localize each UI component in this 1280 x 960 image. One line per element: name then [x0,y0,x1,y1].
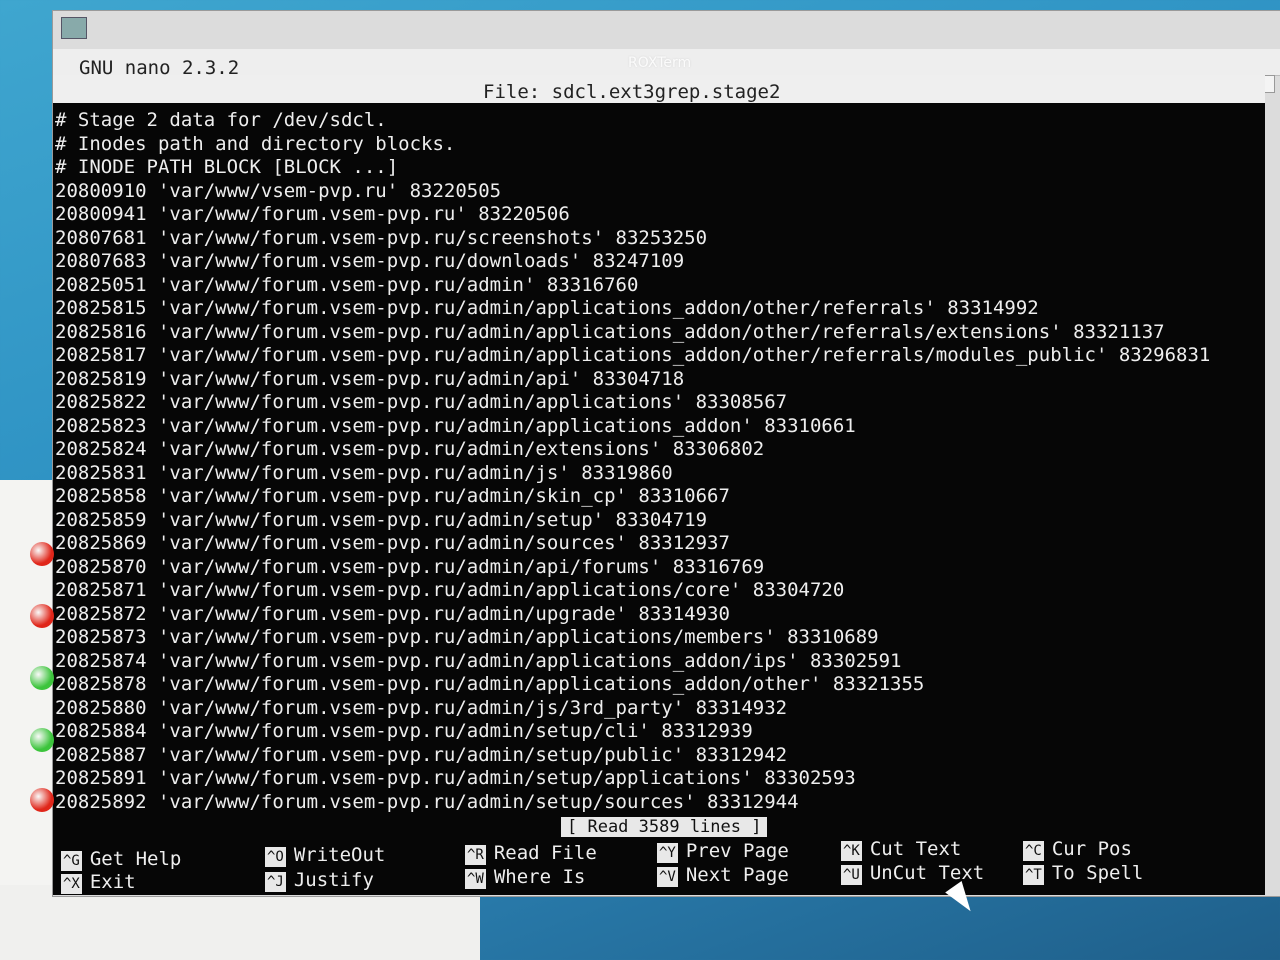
file-line: 20825887 'var/www/forum.vsem-pvp.ru/admi… [55,743,788,766]
shortcut-get-help[interactable]: ^G Get Help [61,847,181,871]
nano-version: GNU nano 2.3.2 [79,57,240,79]
file-line: # Stage 2 data for /dev/sdcl. [55,109,387,131]
shortcut-justify[interactable]: ^J Justify [265,868,374,892]
led-indicator [30,728,54,752]
file-line: 20825817 'var/www/forum.vsem-pvp.ru/admi… [55,344,1211,366]
shortcut-key: ^O [265,847,286,867]
file-line: 20800941 'var/www/forum.vsem-pvp.ru' 832… [55,203,570,225]
shortcut-key: ^J [265,872,286,892]
shortcut-label: Cur Pos [1051,838,1132,860]
shortcut-next-page[interactable]: ^V Next Page [657,863,789,887]
led-indicator [30,604,54,628]
file-line: 20825858 'var/www/forum.vsem-pvp.ru/admi… [55,485,730,507]
shortcut-cut-text[interactable]: ^K Cut Text [841,837,961,861]
shortcut-key: ^R [465,845,486,865]
file-line: 20825823 'var/www/forum.vsem-pvp.ru/admi… [55,414,856,437]
file-line: 20825871 'var/www/forum.vsem-pvp.ru/admi… [55,579,845,601]
file-line: 20825878 'var/www/forum.vsem-pvp.ru/admi… [55,673,925,695]
file-line: # INODE PATH BLOCK [BLOCK ...] [55,156,399,178]
file-line: 20825815 'var/www/forum.vsem-pvp.ru/admi… [55,297,1039,319]
file-line: 20807681 'var/www/forum.vsem-pvp.ru/scre… [55,226,708,249]
shortcut-label: Justify [293,869,374,891]
file-line: 20825873 'var/www/forum.vsem-pvp.ru/admi… [55,626,879,648]
shortcut-key: ^C [1023,841,1044,861]
file-content[interactable]: # Stage 2 data for /dev/sdcl. # Inodes p… [55,109,1210,814]
terminal-area[interactable]: GNU nano 2.3.2 File: sdcl.ext3grep.stage… [53,57,1265,895]
file-line: 20825884 'var/www/forum.vsem-pvp.ru/admi… [55,720,753,742]
led-indicator [30,788,54,812]
shortcut-bar: ^G Get Help ^O WriteOut ^R Read File ^Y Prev… [61,838,1261,895]
shortcut-label: To Spell [1051,862,1144,884]
shortcut-key: ^W [465,869,486,889]
shortcut-label: Next Page [685,864,789,886]
file-line: 20825819 'var/www/forum.vsem-pvp.ru/admi… [55,367,685,390]
shortcut-label: UnCut Text [869,862,985,884]
file-line: 20825051 'var/www/forum.vsem-pvp.ru/admi… [55,273,639,296]
file-line: # Inodes path and directory blocks. [55,132,456,155]
window-menu-icon[interactable] [61,17,87,39]
terminal-window: ROXTerm GNU nano 2.3.2 File: sdcl.ext3gr… [52,10,1280,897]
shortcut-label: Where Is [493,866,586,888]
file-line: 20825891 'var/www/forum.vsem-pvp.ru/admi… [55,767,856,789]
shortcut-to-spell[interactable]: ^T To Spell [1023,861,1143,885]
file-line: 20825892 'var/www/forum.vsem-pvp.ru/admi… [55,790,799,813]
shortcut-uncut-text[interactable]: ^U UnCut Text [841,861,984,885]
shortcut-exit[interactable]: ^X Exit [61,870,136,894]
file-line: 20807683 'var/www/forum.vsem-pvp.ru/down… [55,250,685,272]
file-line: 20800910 'var/www/vsem-pvp.ru' 83220505 [55,179,502,202]
shortcut-where-is[interactable]: ^W Where Is [465,865,585,889]
shortcut-label: WriteOut [293,844,386,866]
shortcut-writeout[interactable]: ^O WriteOut [265,843,385,867]
shortcut-key: ^K [841,841,862,861]
shortcut-label: Read File [493,842,597,864]
shortcut-key: ^X [61,874,82,894]
shortcut-prev-page[interactable]: ^Y Prev Page [657,839,789,863]
file-line: 20825874 'var/www/forum.vsem-pvp.ru/admi… [55,649,902,672]
file-line: 20825859 'var/www/forum.vsem-pvp.ru/admi… [55,508,708,531]
status-message: [ Read 3589 lines ] [561,817,768,837]
shortcut-cur-pos[interactable]: ^C Cur Pos [1023,837,1132,861]
file-line: 20825824 'var/www/forum.vsem-pvp.ru/admi… [55,438,765,460]
file-line: 20825870 'var/www/forum.vsem-pvp.ru/admi… [55,555,765,578]
shortcut-key: ^Y [657,843,678,863]
nano-header: GNU nano 2.3.2 File: sdcl.ext3grep.stage… [53,57,1265,103]
file-line: 20825831 'var/www/forum.vsem-pvp.ru/admi… [55,461,673,484]
shortcut-key: ^V [657,867,678,887]
file-line: 20825872 'var/www/forum.vsem-pvp.ru/admi… [55,602,730,625]
shortcut-label: Cut Text [869,838,962,860]
file-line: 20825816 'var/www/forum.vsem-pvp.ru/admi… [55,320,1165,343]
led-indicator [30,542,54,566]
shortcut-label: Exit [89,871,136,893]
shortcut-read-file[interactable]: ^R Read File [465,841,597,865]
shortcut-key: ^G [61,851,82,871]
shortcut-label: Prev Page [685,840,789,862]
file-line: 20825869 'var/www/forum.vsem-pvp.ru/admi… [55,532,730,554]
file-line: 20825880 'var/www/forum.vsem-pvp.ru/admi… [55,696,788,719]
window-title: ROXTerm [628,55,692,71]
file-line: 20825822 'var/www/forum.vsem-pvp.ru/admi… [55,391,788,413]
shortcut-key: ^U [841,865,862,885]
led-indicator [30,666,54,690]
shortcut-label: Get Help [89,848,182,870]
nano-file-name: File: sdcl.ext3grep.stage2 [483,81,781,103]
shortcut-key: ^T [1023,865,1044,885]
